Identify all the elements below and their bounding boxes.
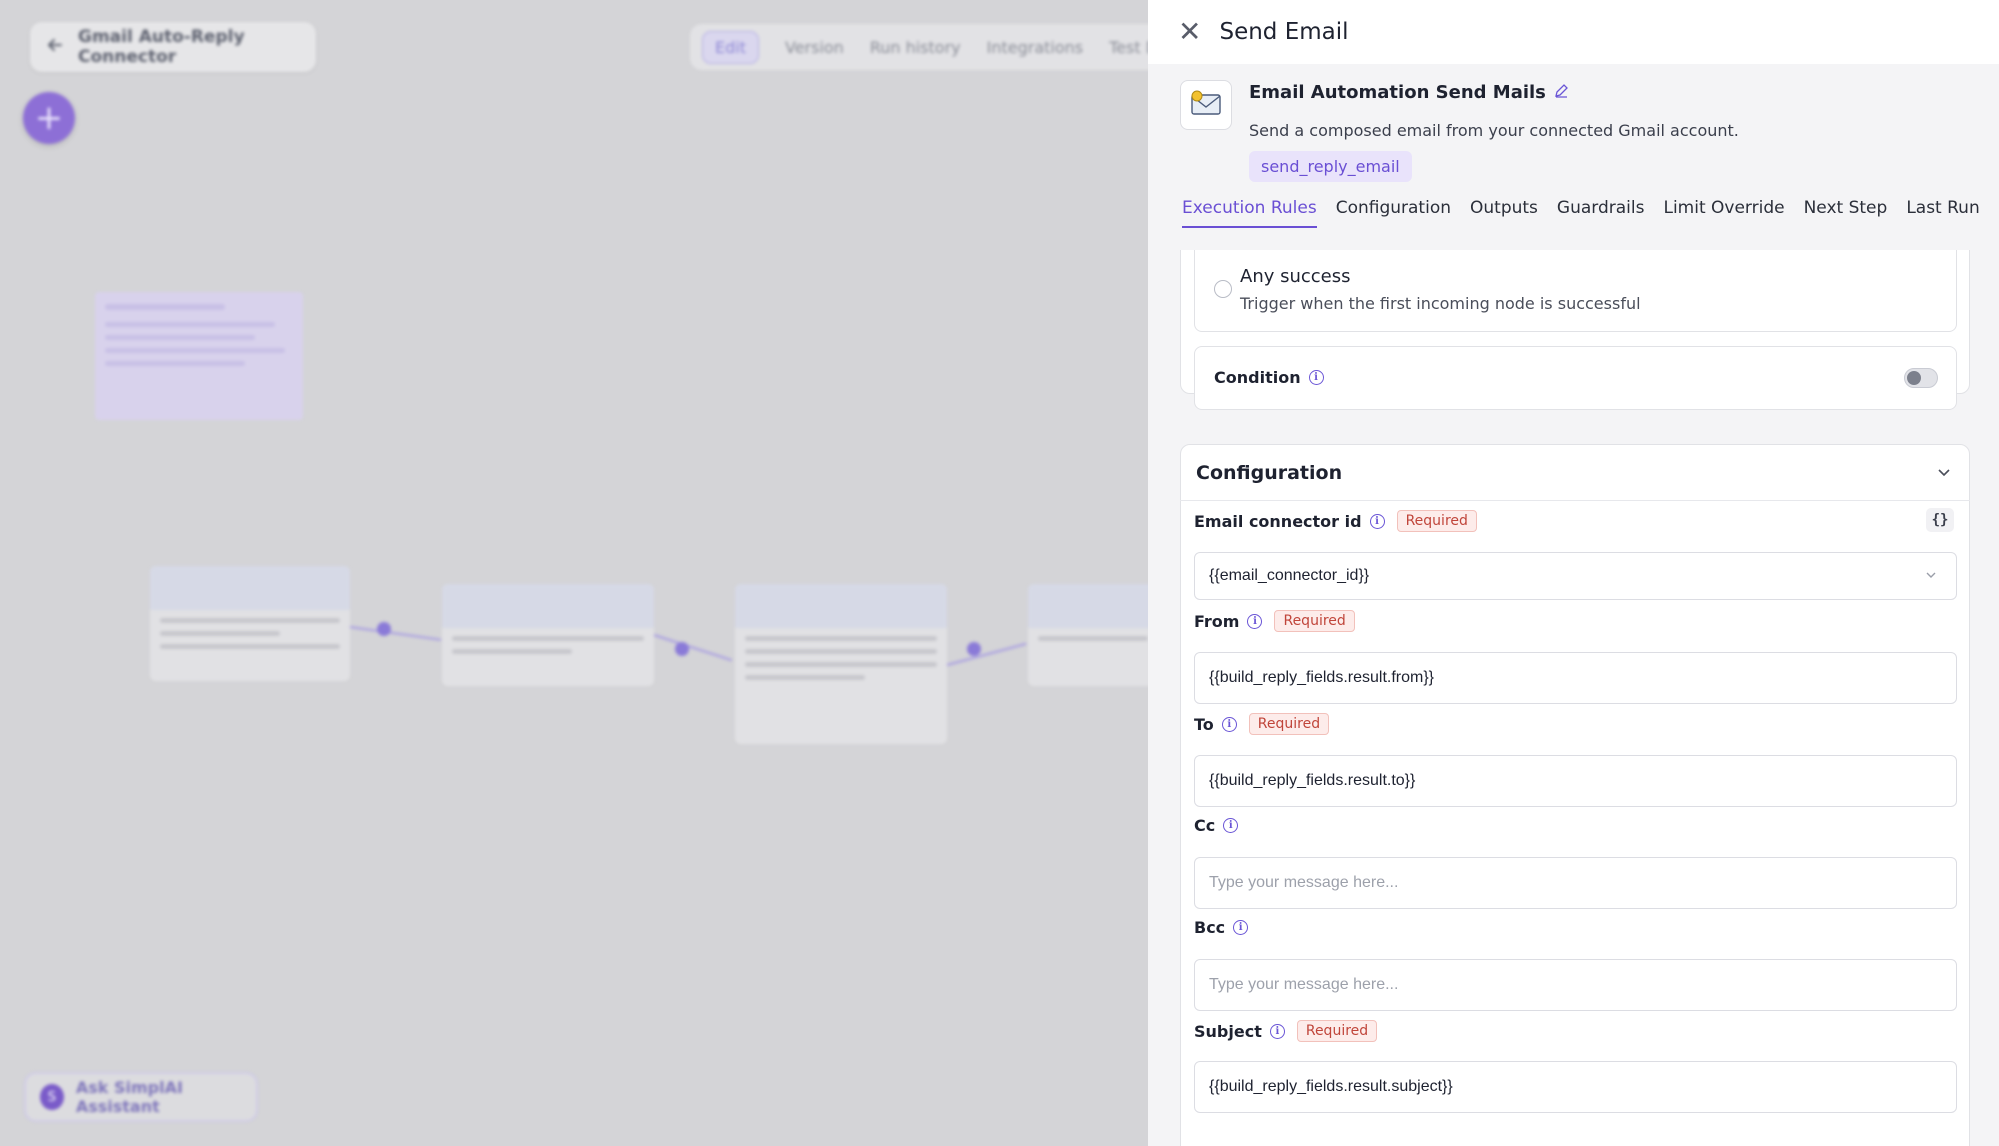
workflow-node-3[interactable] (735, 584, 947, 744)
info-icon[interactable]: i (1221, 716, 1237, 732)
close-icon[interactable]: ✕ (1178, 18, 1201, 46)
subject-label-group: Subject i Required (1194, 1020, 1378, 1042)
ask-assistant-label: Ask SimplAI Assistant (75, 1078, 183, 1116)
condition-toggle[interactable] (1904, 368, 1938, 388)
from-label: From (1194, 611, 1240, 631)
bcc-input[interactable] (1209, 976, 1956, 994)
email-connector-value: {{email_connector_id}} (1209, 567, 1370, 584)
required-badge: Required (1274, 610, 1355, 632)
from-field[interactable]: {{build_reply_fields.result.from}} (1194, 652, 1957, 704)
node-name-row: Email Automation Send Mails (1249, 82, 1569, 103)
from-label-group: From i Required (1194, 610, 1355, 632)
node-description: Send a composed email from your connecte… (1249, 121, 1739, 140)
any-success-radio[interactable] (1214, 280, 1232, 298)
edge-2 (653, 634, 733, 662)
subject-label: Subject (1194, 1021, 1262, 1041)
plus-icon: + (34, 98, 64, 138)
info-icon[interactable]: i (1223, 818, 1239, 833)
node-settings-panel: ✕ Send Email Email Automation Send Mails… (1148, 0, 1999, 1146)
info-icon[interactable]: i (1269, 1023, 1285, 1039)
chevron-down-icon[interactable] (1936, 464, 1952, 485)
tab-test-data[interactable]: Test Da (1109, 38, 1148, 57)
variable-braces-button[interactable]: {} (1926, 508, 1954, 532)
tab-guardrails[interactable]: Guardrails (1557, 198, 1645, 228)
tab-outputs[interactable]: Outputs (1470, 198, 1538, 228)
to-field[interactable]: {{build_reply_fields.result.to}} (1194, 755, 1957, 807)
node-key-tag: send_reply_email (1249, 151, 1412, 182)
required-badge: Required (1248, 713, 1330, 735)
tab-limit-override[interactable]: Limit Override (1663, 198, 1784, 228)
panel-scroll-area[interactable]: Any success Trigger when the first incom… (1148, 250, 1999, 1146)
from-value: {{build_reply_fields.result.from}} (1209, 669, 1435, 686)
workflow-canvas[interactable]: Gmail Auto-Reply Connector Edit Version … (0, 0, 1148, 1146)
tab-last-run[interactable]: Last Run (1906, 198, 1979, 228)
welcome-note[interactable] (95, 292, 303, 420)
tab-run-history[interactable]: Run history (870, 38, 961, 57)
workflow-node-start[interactable] (150, 566, 350, 681)
ask-assistant-button[interactable]: S Ask SimplAI Assistant (24, 1072, 258, 1122)
any-success-option[interactable] (1194, 250, 1957, 332)
bcc-field[interactable] (1194, 959, 1957, 1011)
info-icon[interactable]: i (1247, 613, 1263, 629)
node-name: Email Automation Send Mails (1249, 82, 1546, 103)
workflow-title: Gmail Auto-Reply Connector (78, 27, 245, 67)
info-icon[interactable]: i (1369, 513, 1385, 529)
to-label-group: To i Required (1194, 713, 1330, 735)
edge-dot (967, 642, 981, 656)
configuration-divider (1180, 500, 1970, 501)
bcc-label: Bcc (1194, 918, 1226, 937)
tab-version[interactable]: Version (785, 38, 844, 57)
chevron-down-icon (1924, 568, 1938, 585)
tab-next-step[interactable]: Next Step (1804, 198, 1888, 228)
any-success-title: Any success (1240, 266, 1351, 287)
node-icon-box (1180, 80, 1232, 130)
panel-title: Send Email (1219, 19, 1349, 45)
workflow-node-4[interactable] (1028, 584, 1148, 686)
workflow-tabs: Edit Version Run history Integrations Te… (690, 24, 1148, 70)
required-badge: Required (1396, 510, 1477, 532)
panel-tabs: Execution Rules Configuration Outputs Gu… (1182, 198, 1980, 228)
cc-field[interactable] (1194, 857, 1957, 909)
cc-label: Cc (1194, 816, 1216, 835)
condition-label-group: Condition i (1214, 368, 1324, 387)
workflow-header[interactable]: Gmail Auto-Reply Connector (30, 22, 316, 72)
workflow-node-2[interactable] (442, 584, 654, 686)
tab-edit[interactable]: Edit (702, 30, 759, 64)
email-connector-select[interactable]: {{email_connector_id}} (1194, 552, 1957, 600)
edge-dot (377, 622, 391, 636)
tab-configuration[interactable]: Configuration (1336, 198, 1451, 228)
subject-value: {{build_reply_fields.result.subject}} (1209, 1078, 1453, 1095)
assistant-logo-icon: S (40, 1084, 64, 1110)
panel-header: ✕ Send Email (1148, 0, 1999, 64)
subject-field[interactable]: {{build_reply_fields.result.subject}} (1194, 1061, 1957, 1113)
cc-label-group: Cc i (1194, 816, 1239, 835)
bcc-label-group: Bcc i (1194, 918, 1249, 937)
to-label: To (1194, 714, 1214, 734)
envelope-icon (1190, 89, 1222, 121)
edge-dot (675, 642, 689, 656)
required-badge: Required (1296, 1020, 1378, 1042)
info-icon[interactable]: i (1308, 370, 1324, 385)
email-connector-label-group: Email connector id i Required (1194, 510, 1477, 532)
to-value: {{build_reply_fields.result.to}} (1209, 772, 1416, 789)
edge-3 (946, 642, 1027, 666)
configuration-heading: Configuration (1196, 462, 1343, 484)
condition-label: Condition (1214, 368, 1301, 387)
canvas-blur-layer: Gmail Auto-Reply Connector Edit Version … (0, 0, 1148, 1146)
edge-1 (349, 626, 442, 641)
any-success-description: Trigger when the first incoming node is … (1240, 294, 1641, 313)
edit-pencil-icon[interactable] (1554, 83, 1569, 102)
cc-input[interactable] (1209, 874, 1956, 892)
tab-integrations[interactable]: Integrations (987, 38, 1084, 57)
add-node-button[interactable]: + (23, 92, 75, 144)
tab-execution-rules[interactable]: Execution Rules (1182, 198, 1317, 228)
info-icon[interactable]: i (1233, 920, 1249, 935)
back-arrow-icon[interactable] (46, 36, 64, 58)
email-connector-label: Email connector id (1194, 511, 1362, 531)
